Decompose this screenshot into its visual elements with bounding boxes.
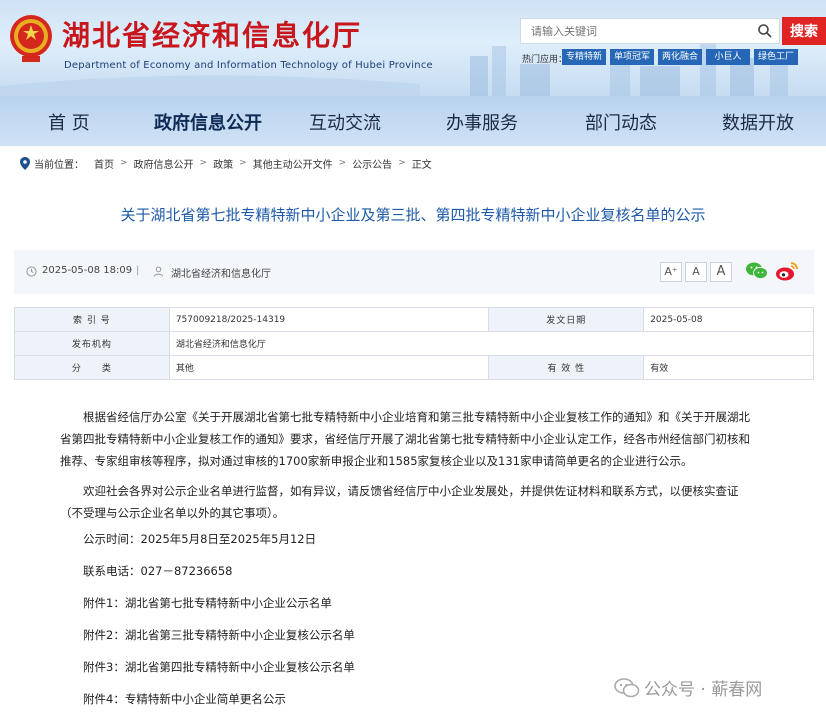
breadcrumb: 当前位置： 首页 > 政府信息公开 > 政策 > 其他主动公开文件 > 公示公告… [20,155,432,171]
location-pin-icon [20,156,30,170]
chevron-right-icon: > [338,158,347,168]
breadcrumb-announcements[interactable]: 公示公告 [352,156,392,171]
font-decrease-button[interactable]: A [710,262,732,282]
validity-value: 有效 [643,355,814,380]
hot-app-tag[interactable]: 专精特新 [562,49,607,65]
attachment-link-2[interactable]: 附件2：湖北省第三批专精特新中小企业复核公示名单 [60,627,355,643]
header-banner: 湖北省经济和信息化厅 Department of Economy and Inf… [0,0,826,96]
wechat-watermark: 公众号 · 蕲春网 [614,675,762,700]
validity-label: 有 效 性 [488,355,645,380]
search-icon[interactable] [757,23,773,39]
site-title[interactable]: 湖北省经济和信息化厅 [62,14,362,54]
watermark-text: 公众号 · 蕲春网 [644,680,763,700]
hot-apps-label: 热门应用： [522,55,568,65]
clock-icon [26,266,37,277]
publisher-value: 湖北省经济和信息化厅 [168,331,815,356]
nav-item-interaction[interactable]: 互动交流 [309,109,381,135]
font-increase-button[interactable]: A⁺ [660,262,682,282]
breadcrumb-other-files[interactable]: 其他主动公开文件 [253,156,333,171]
table-row: 索 引 号 757009218/2025-14319 发文日期 2025-05-… [14,307,814,332]
breadcrumb-current: 正文 [411,159,432,171]
hot-apps-list: 专精特新 单项冠军 两化融合 小巨人 绿色工厂 [562,49,799,65]
notice-period: 公示时间：2025年5月8日至2025年5月12日 [83,532,317,546]
issue-date-label: 发文日期 [488,307,645,332]
publish-date: 2025-05-08 18:09 [42,265,133,276]
issue-date-value: 2025-05-08 [643,307,814,332]
search-button[interactable]: 搜索 [782,17,826,45]
hot-app-tag[interactable]: 单项冠军 [610,49,655,65]
attachment-link-1[interactable]: 附件1：湖北省第七批专精特新中小企业公示名单 [60,595,332,611]
breadcrumb-policy[interactable]: 政策 [213,156,233,171]
publisher-label: 发布机构 [14,331,170,356]
document-info-table: 索 引 号 757009218/2025-14319 发文日期 2025-05-… [14,307,815,380]
attachment-link-4[interactable]: 附件4：专精特新中小企业简单更名公示 [60,691,286,707]
table-row: 发布机构 湖北省经济和信息化厅 [14,331,815,356]
wechat-share-icon[interactable] [745,260,769,282]
nav-item-gov-info[interactable]: 政府信息公开 [154,109,262,135]
weibo-share-icon[interactable] [775,260,799,282]
publish-source: 湖北省经济和信息化厅 [171,269,271,280]
user-icon [153,266,164,277]
nav-item-home[interactable]: 首 页 [48,109,90,135]
site-subtitle: Department of Economy and Information Te… [64,60,433,71]
wechat-icon [614,677,640,697]
article-title: 关于湖北省第七批专精特新中小企业及第三批、第四批专精特新中小企业复核名单的公示 [120,206,706,224]
meta-divider: | [136,265,140,276]
nav-item-open-data[interactable]: 数据开放 [722,109,794,135]
chevron-right-icon: > [398,158,406,168]
font-reset-button[interactable]: A [685,262,707,282]
hot-app-tag[interactable]: 绿色工厂 [754,49,799,65]
breadcrumb-gov-info[interactable]: 政府信息公开 [134,156,194,171]
table-row: 分 类 其他 有 效 性 有效 [14,355,814,380]
body-paragraph-2: 欢迎社会各界对公示企业名单进行监督，如有异议，请反馈省经信厅中小企业发展处，并提… [60,484,739,520]
attachment-link-3[interactable]: 附件3：湖北省第四批专精特新中小企业复核公示名单 [60,659,355,675]
breadcrumb-home[interactable]: 首页 [94,156,114,171]
chevron-right-icon: > [120,158,128,168]
hot-app-tag[interactable]: 两化融合 [658,49,703,65]
index-number-label: 索 引 号 [14,307,170,332]
chevron-right-icon: > [199,158,208,168]
search-input[interactable] [521,19,741,43]
body-paragraph-1: 根据省经信厅办公室《关于开展湖北省第七批专精特新中小企业培育和第三批专精特新中小… [60,410,750,468]
breadcrumb-label: 当前位置： [34,159,84,171]
chevron-right-icon: > [239,158,247,168]
nav-item-services[interactable]: 办事服务 [446,109,518,135]
national-emblem-icon [10,15,52,62]
article-meta-bar: 2025-05-08 18:09 | 湖北省经济和信息化厅 A⁺ A A [14,250,814,294]
search-box [520,18,780,44]
index-number-value: 757009218/2025-14319 [168,307,490,332]
category-label: 分 类 [14,355,170,380]
hot-app-tag[interactable]: 小巨人 [706,49,751,65]
category-value: 其他 [168,355,490,380]
contact-phone: 联系电话：027－87236658 [83,564,233,578]
main-nav: 首 页 政府信息公开 互动交流 办事服务 部门动态 数据开放 [0,96,826,146]
nav-item-dept-news[interactable]: 部门动态 [585,109,657,135]
